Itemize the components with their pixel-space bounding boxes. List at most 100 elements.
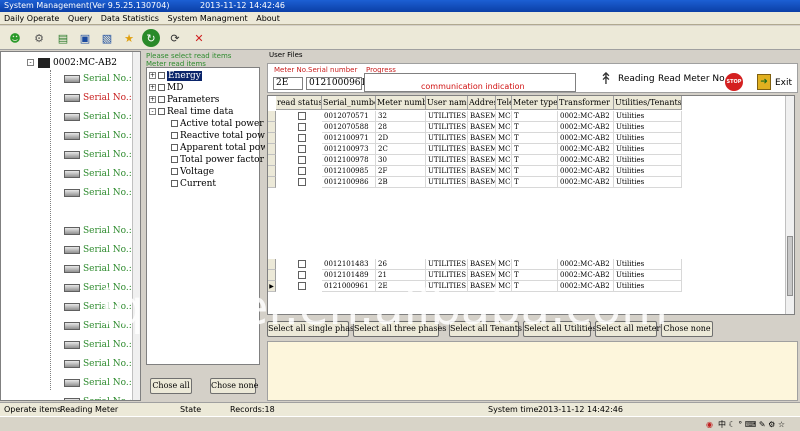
row-indicator[interactable] [268, 166, 276, 177]
settings-refresh-icon[interactable]: ⟳ [166, 29, 184, 47]
select-three-phases-button[interactable]: Select all three phases [353, 321, 446, 337]
row-indicator[interactable] [268, 133, 276, 144]
row-indicator[interactable]: ▶ [268, 281, 276, 292]
meter-list-item[interactable]: Serial No.:00 [64, 148, 140, 162]
menu-data-statistics[interactable]: Data Statistics [101, 14, 159, 23]
ime-icon[interactable]: ◉ [706, 417, 713, 431]
row-indicator[interactable] [268, 155, 276, 166]
meter-list-item[interactable]: Serial No.:00 [64, 262, 140, 276]
row-checkbox[interactable] [298, 123, 306, 131]
row-indicator[interactable] [268, 270, 276, 281]
node-md[interactable]: + MD [149, 82, 183, 94]
meter-list-item[interactable]: Serial No.:00 [64, 281, 140, 295]
column-header[interactable]: User name [426, 96, 468, 110]
select-tenants-button[interactable]: Select all Tenants [449, 321, 522, 337]
meter-list-item[interactable]: Serial No.:00 [64, 300, 140, 314]
star-icon[interactable]: ★ [120, 29, 138, 47]
column-header[interactable]: Tele [496, 96, 512, 110]
meter-list-item[interactable]: Serial No.:00 [64, 338, 140, 352]
choose-all-button[interactable]: Chose all [150, 378, 192, 394]
select-all-meter-button[interactable]: Select all meter [595, 321, 660, 337]
meter-list-item[interactable]: Serial No.:00 [64, 186, 140, 200]
row-checkbox[interactable] [298, 271, 306, 279]
rt-voltage[interactable]: Voltage [171, 166, 214, 178]
meter-list-item[interactable]: Serial No.:00 [64, 224, 140, 238]
monitor-icon[interactable]: ▧ [98, 29, 116, 47]
ime-indicators[interactable]: 中 ☾ ° ⌨ ✎ ⚙ ☆ [718, 417, 785, 431]
meter-list-item[interactable]: Serial No.:00 [64, 72, 140, 86]
meter-list-item[interactable]: Serial No.:00 [64, 357, 140, 371]
table-row[interactable]: 001207057132UTILITIES 3BASEMEMC-T0002:MC… [268, 111, 688, 122]
row-checkbox[interactable] [298, 112, 306, 120]
menu-about[interactable]: About [256, 14, 280, 23]
row-indicator[interactable] [268, 111, 276, 122]
tree-root[interactable]: - 0002:MC-AB2 [27, 56, 117, 70]
meter-list-item[interactable]: Serial No.:00 [64, 376, 140, 390]
exit-icon[interactable]: ➜ [757, 74, 771, 90]
select-single-phase-button[interactable]: Select all single phase [267, 321, 359, 337]
table-scrollbar[interactable] [785, 96, 794, 314]
menu-query[interactable]: Query [68, 14, 92, 23]
rt-reactive-total-power[interactable]: Reactive total power [171, 130, 275, 142]
row-checkbox[interactable] [298, 134, 306, 142]
stop-button[interactable]: STOP [725, 73, 743, 91]
row-checkbox[interactable] [298, 156, 306, 164]
node-realtime[interactable]: - Real time data [149, 106, 234, 118]
menu-system-management[interactable]: System Managment [168, 14, 248, 23]
rt-apparent-total-power[interactable]: Apparent total power [171, 142, 278, 154]
meter-list-item[interactable]: Serial No.:00 [64, 91, 140, 105]
table-row[interactable]: 001210097830UTILITIES 3BASEMEMC-T0002:MC… [268, 155, 688, 166]
table-row[interactable]: 00121009852FUTILITIES 2BASEMEMC-T0002:MC… [268, 166, 688, 177]
tree-scrollbar[interactable] [132, 52, 140, 400]
gear-icon[interactable]: ⚙ [30, 29, 48, 47]
rt-current[interactable]: Current [171, 178, 216, 190]
column-header[interactable]: Transformer [558, 96, 614, 110]
document-icon[interactable]: ▤ [54, 29, 72, 47]
exit-label[interactable]: Exit [775, 78, 792, 88]
node-energy[interactable]: + Energy [149, 70, 202, 82]
refresh-icon[interactable]: ↻ [142, 29, 160, 47]
chose-none-button[interactable]: Chose none [210, 378, 258, 394]
row-checkbox[interactable] [298, 178, 306, 186]
chose-none-table-button[interactable]: Chose none [661, 321, 713, 337]
meter-list-item[interactable]: Serial No.:01 [64, 319, 140, 333]
column-header[interactable]: Serial_number [322, 96, 376, 110]
row-indicator[interactable] [268, 177, 276, 188]
scroll-thumb[interactable] [787, 236, 793, 296]
table-row[interactable]: 001210148921UTILITIES 2BASEMEMC-T0002:MC… [268, 270, 688, 281]
table-row[interactable]: 00121009862BUTILITIES 2BASEMEMC-T0002:MC… [268, 177, 688, 188]
column-header[interactable]: Address [468, 96, 496, 110]
table-row[interactable]: 001210148326UTILITIES 2BASEMEMC-T0002:MC… [268, 259, 688, 270]
row-indicator[interactable] [268, 144, 276, 155]
row-checkbox[interactable] [298, 282, 306, 290]
row-checkbox[interactable] [298, 260, 306, 268]
table-row[interactable]: 001207058828UTILITIES 2BASEMEMC-T0002:MC… [268, 122, 688, 133]
row-checkbox[interactable] [298, 145, 306, 153]
rt-total-power-factor[interactable]: Total power factor [171, 154, 264, 166]
meter-list-item[interactable]: Serial No.:00 [64, 243, 140, 257]
row-indicator[interactable] [268, 259, 276, 270]
user-icon[interactable]: ☻ [6, 29, 24, 47]
message-area[interactable] [267, 341, 798, 401]
rt-active-total-power[interactable]: Active total power [171, 118, 264, 130]
row-checkbox[interactable] [298, 167, 306, 175]
select-utilities-button[interactable]: Select all Utilities [523, 321, 596, 337]
meter-list-item[interactable]: Serial No.:00 [64, 129, 140, 143]
column-header[interactable]: Meter number [376, 96, 426, 110]
column-header[interactable]: read status [276, 96, 322, 110]
collapse-icon[interactable]: - [27, 59, 34, 66]
table-cell: UTILITIES 3 [426, 111, 468, 122]
meter-list-item[interactable]: Serial No.:00 [64, 110, 140, 124]
close-icon[interactable]: ✕ [190, 29, 208, 47]
table-row[interactable]: 00121009732CUTILITIES 2BASEMEMC-T0002:MC… [268, 144, 688, 155]
meter-list-item[interactable]: Serial No.:00 [64, 395, 140, 400]
meter-list-item[interactable]: Serial No.:00 [64, 167, 140, 181]
row-indicator[interactable] [268, 122, 276, 133]
table-row[interactable]: ▶ 01210009612EUTILITIES 2BASEMEMC-T0002:M… [268, 281, 688, 292]
menu-daily-operate[interactable]: Daily Operate [4, 14, 59, 23]
column-header[interactable]: Utilities/Tenants [614, 96, 682, 110]
column-header[interactable]: Meter type [512, 96, 558, 110]
node-parameters[interactable]: + Parameters [149, 94, 219, 106]
book-icon[interactable]: ▣ [76, 29, 94, 47]
table-row[interactable]: 00121009712DUTILITIES 2BASEMEMC-T0002:MC… [268, 133, 688, 144]
